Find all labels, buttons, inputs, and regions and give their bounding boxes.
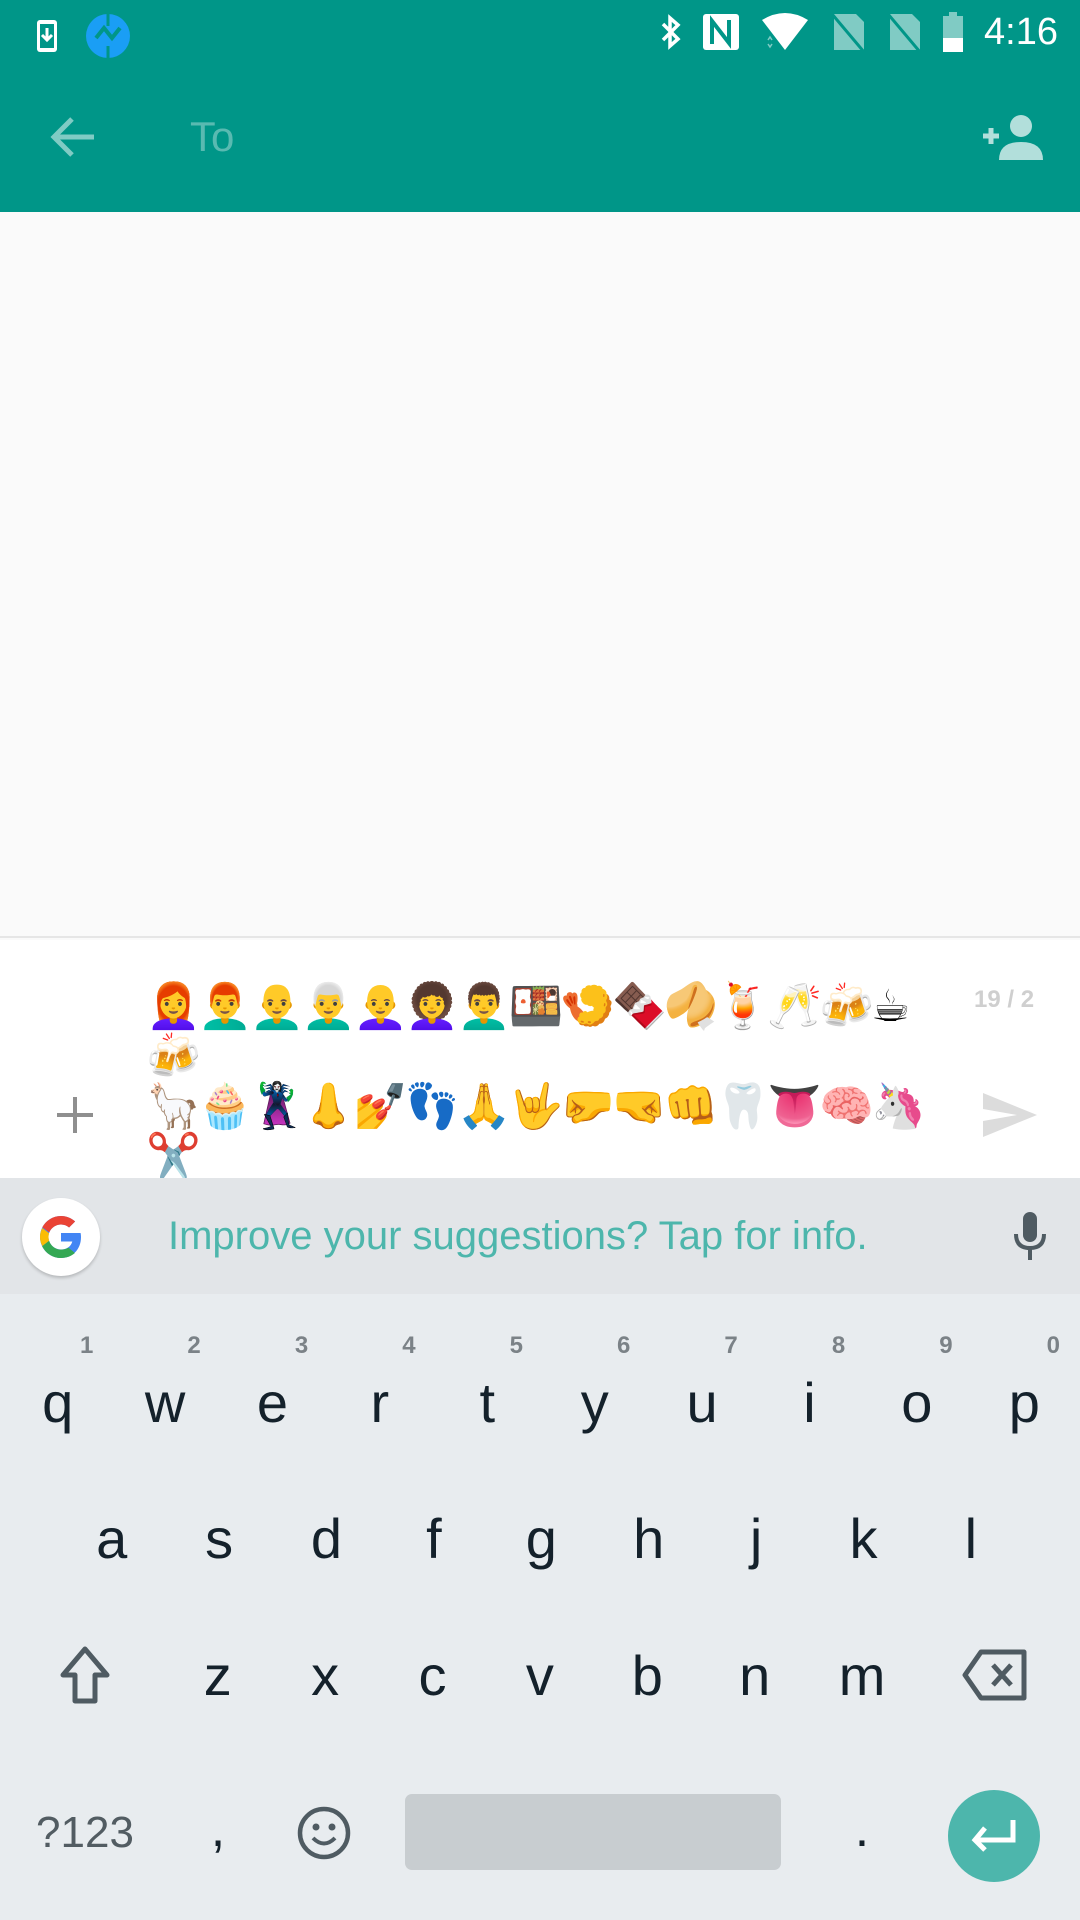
- key-o[interactable]: 9o: [863, 1326, 970, 1456]
- status-bar: 4:16: [0, 0, 1080, 63]
- google-g-icon: [37, 1213, 85, 1261]
- enter-key[interactable]: [948, 1790, 1040, 1882]
- arrow-left-icon: [50, 115, 98, 159]
- key-l[interactable]: l: [917, 1468, 1024, 1608]
- shift-key[interactable]: [40, 1620, 130, 1730]
- space-key[interactable]: [405, 1794, 781, 1870]
- key-hint: 4: [402, 1332, 416, 1359]
- key-b[interactable]: b: [594, 1620, 701, 1730]
- microphone-icon: [1010, 1210, 1050, 1262]
- send-button[interactable]: [970, 1078, 1050, 1152]
- key-f[interactable]: f: [380, 1468, 487, 1608]
- shift-icon: [59, 1645, 111, 1705]
- key-h[interactable]: h: [595, 1468, 702, 1608]
- key-label: p: [1008, 1370, 1040, 1434]
- character-counter: 19 / 2: [974, 986, 1035, 1013]
- key-j[interactable]: j: [702, 1468, 809, 1608]
- key-c[interactable]: c: [379, 1620, 486, 1730]
- status-bar-right: 4:16: [660, 8, 1058, 56]
- message-composer: 👩‍🦰👨‍🦰👨‍🦲👨‍🦳👩‍🦲👩‍🦱👨‍🦱🍱🍤🍫🥠🍹🥂🍻☕🍻 🦙🧁🦹‍♀️👃💅👣…: [0, 940, 1080, 1232]
- soft-keyboard: Improve your suggestions? Tap for info. …: [0, 1178, 1080, 1920]
- key-label: q: [42, 1370, 74, 1434]
- key-hint: 1: [80, 1332, 94, 1359]
- clock: 4:16: [984, 10, 1058, 53]
- wifi-icon: [760, 12, 810, 52]
- emoji-smile-icon: [296, 1805, 352, 1861]
- emoji-key[interactable]: [284, 1778, 364, 1888]
- key-hint: 0: [1046, 1332, 1060, 1359]
- key-i[interactable]: 8i: [756, 1326, 863, 1456]
- key-label: t: [479, 1370, 496, 1434]
- key-hint: 5: [509, 1332, 523, 1359]
- nfc-icon: [702, 13, 740, 51]
- key-t[interactable]: 5t: [434, 1326, 541, 1456]
- battery-low-icon: [942, 12, 964, 52]
- key-hint: 2: [187, 1332, 201, 1359]
- teamviewer-icon: [84, 12, 132, 60]
- key-label: w: [144, 1370, 186, 1434]
- key-x[interactable]: x: [271, 1620, 378, 1730]
- key-hint: 6: [617, 1332, 631, 1359]
- key-w[interactable]: 2w: [111, 1326, 218, 1456]
- download-notification-icon: [36, 19, 58, 53]
- status-bar-left: [36, 12, 132, 60]
- key-e[interactable]: 3e: [219, 1326, 326, 1456]
- suggestion-info-text[interactable]: Improve your suggestions? Tap for info.: [168, 1214, 868, 1259]
- add-contact-button[interactable]: [972, 105, 1052, 169]
- comma-key[interactable]: ,: [178, 1774, 258, 1884]
- message-line: 👩‍🦰👨‍🦰👨‍🦲👨‍🦳👩‍🦲👩‍🦱👨‍🦱🍱🍤🍫🥠🍹🥂🍻☕🍻: [146, 981, 910, 1082]
- key-q[interactable]: 1q: [4, 1326, 111, 1456]
- voice-input-button[interactable]: [998, 1204, 1062, 1268]
- app-toolbar: [0, 63, 1080, 212]
- key-m[interactable]: m: [808, 1620, 915, 1730]
- key-v[interactable]: v: [486, 1620, 593, 1730]
- key-s[interactable]: s: [165, 1468, 272, 1608]
- plus-icon: [55, 1095, 95, 1135]
- google-button[interactable]: [22, 1198, 100, 1276]
- no-sim-icon: [886, 12, 922, 52]
- symbols-key[interactable]: ?123: [20, 1778, 150, 1888]
- message-line: 🦙🧁🦹‍♀️👃💅👣🙏🤟🤛🤜👊🦷👅🧠🦄✂️: [146, 1081, 926, 1182]
- key-label: u: [686, 1370, 718, 1434]
- backspace-key[interactable]: [950, 1620, 1040, 1730]
- backspace-icon: [961, 1649, 1029, 1701]
- send-icon: [981, 1091, 1039, 1139]
- key-label: o: [901, 1370, 933, 1434]
- key-hint: 8: [831, 1332, 846, 1359]
- period-key[interactable]: .: [822, 1774, 902, 1884]
- key-label: i: [803, 1370, 816, 1434]
- key-label: r: [370, 1370, 390, 1434]
- key-hint: 9: [939, 1332, 953, 1359]
- key-u[interactable]: 7u: [648, 1326, 755, 1456]
- bluetooth-icon: [660, 14, 682, 50]
- no-sim-icon: [830, 12, 866, 52]
- person-add-icon: [981, 114, 1043, 160]
- key-r[interactable]: 4r: [326, 1326, 433, 1456]
- key-k[interactable]: k: [810, 1468, 917, 1608]
- key-z[interactable]: z: [164, 1620, 271, 1730]
- key-a[interactable]: a: [58, 1468, 165, 1608]
- key-n[interactable]: n: [701, 1620, 808, 1730]
- recipient-input[interactable]: [190, 105, 890, 169]
- key-y[interactable]: 6y: [541, 1326, 648, 1456]
- key-hint: 7: [724, 1332, 738, 1359]
- suggestion-strip: Improve your suggestions? Tap for info.: [0, 1178, 1080, 1294]
- key-hint: 3: [294, 1332, 309, 1359]
- enter-return-icon: [969, 1818, 1019, 1854]
- key-label: e: [256, 1370, 289, 1434]
- key-d[interactable]: d: [273, 1468, 380, 1608]
- key-g[interactable]: g: [488, 1468, 595, 1608]
- back-button[interactable]: [34, 105, 114, 169]
- conversation-area: [0, 212, 1080, 938]
- key-p[interactable]: 0p: [971, 1326, 1078, 1456]
- attach-button[interactable]: [40, 1080, 110, 1150]
- key-label: y: [580, 1370, 609, 1434]
